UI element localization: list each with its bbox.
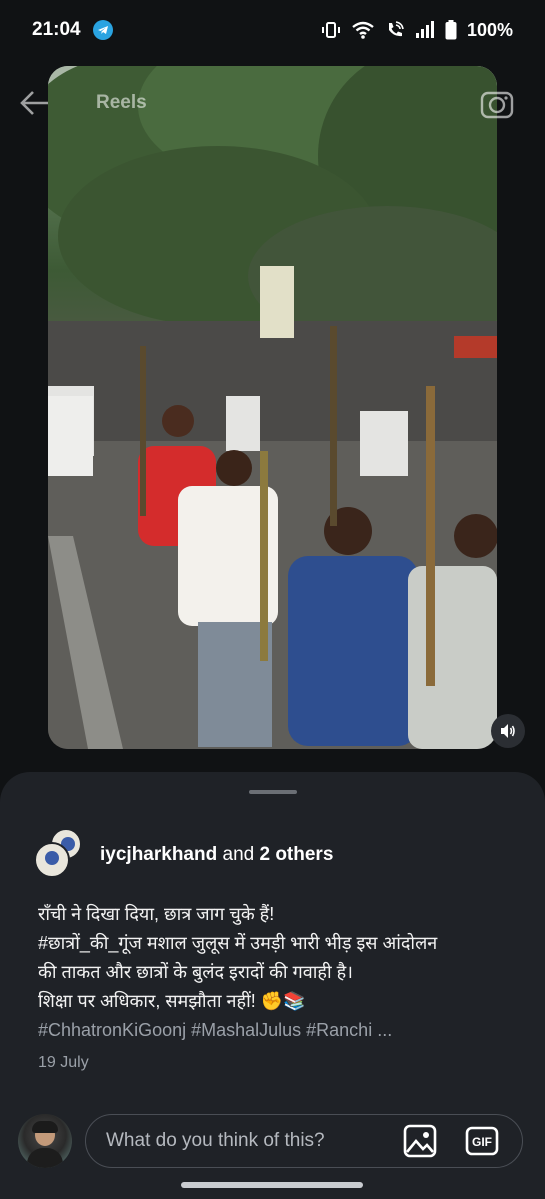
drag-handle[interactable] <box>249 790 297 794</box>
status-icons: 100% <box>321 20 513 41</box>
collaborators-count[interactable]: 2 others <box>259 844 333 865</box>
post-details-sheet: iycjharkhand and 2 others राँची ने दिखा … <box>0 772 545 1199</box>
volume-button[interactable] <box>491 714 525 748</box>
wifi-call-icon <box>388 21 404 37</box>
caption-line: शिक्षा पर अधिकार, समझौता नहीं! ✊📚 <box>38 991 306 1011</box>
gif-button[interactable]: GIF <box>464 1123 500 1159</box>
status-bar: 21:04 100% <box>0 0 545 60</box>
top-nav: Reels <box>0 84 545 124</box>
caption-hashtags[interactable]: #ChhatronKiGoonj #MashalJulus #Ranchi ..… <box>38 1016 518 1045</box>
comment-input[interactable] <box>106 1115 386 1166</box>
author-avatars[interactable] <box>34 828 88 882</box>
telegram-icon <box>92 20 113 40</box>
home-indicator[interactable] <box>181 1182 363 1188</box>
comment-box[interactable]: GIF <box>85 1114 523 1168</box>
battery-percent: 100% <box>466 19 513 40</box>
wifi-icon <box>352 21 374 39</box>
gif-label: GIF <box>472 1135 492 1149</box>
gif-icon: GIF <box>465 1126 499 1156</box>
post-date: 19 July <box>38 1054 89 1071</box>
page-title: Reels <box>96 92 147 113</box>
caption-line: की ताकत और छात्रों के बुलंद इरादों की गव… <box>38 962 353 982</box>
reel-scene <box>48 66 497 749</box>
post-caption: राँची ने दिखा दिया, छात्र जाग चुके हैं! … <box>38 900 518 1045</box>
author-line[interactable]: iycjharkhand and 2 others <box>100 844 333 866</box>
battery-icon <box>445 20 457 40</box>
caption-line: राँची ने दिखा दिया, छात्र जाग चुके हैं! <box>38 904 275 924</box>
camera-icon[interactable] <box>479 86 515 120</box>
image-icon[interactable] <box>402 1123 438 1159</box>
author-handle[interactable]: iycjharkhand <box>100 844 217 865</box>
caption-line: #छात्रों_की_गूंज मशाल जुलूस में उमड़ी भा… <box>38 933 438 953</box>
vibrate-icon <box>321 22 340 38</box>
speaker-icon <box>501 724 515 738</box>
author-suffix: and <box>217 844 260 865</box>
signal-icon <box>415 21 434 38</box>
arrow-left-icon[interactable] <box>18 86 52 120</box>
status-time: 21:04 <box>32 19 81 40</box>
avatar <box>34 842 70 878</box>
avatar <box>18 1114 72 1168</box>
reel-video[interactable] <box>48 66 497 749</box>
